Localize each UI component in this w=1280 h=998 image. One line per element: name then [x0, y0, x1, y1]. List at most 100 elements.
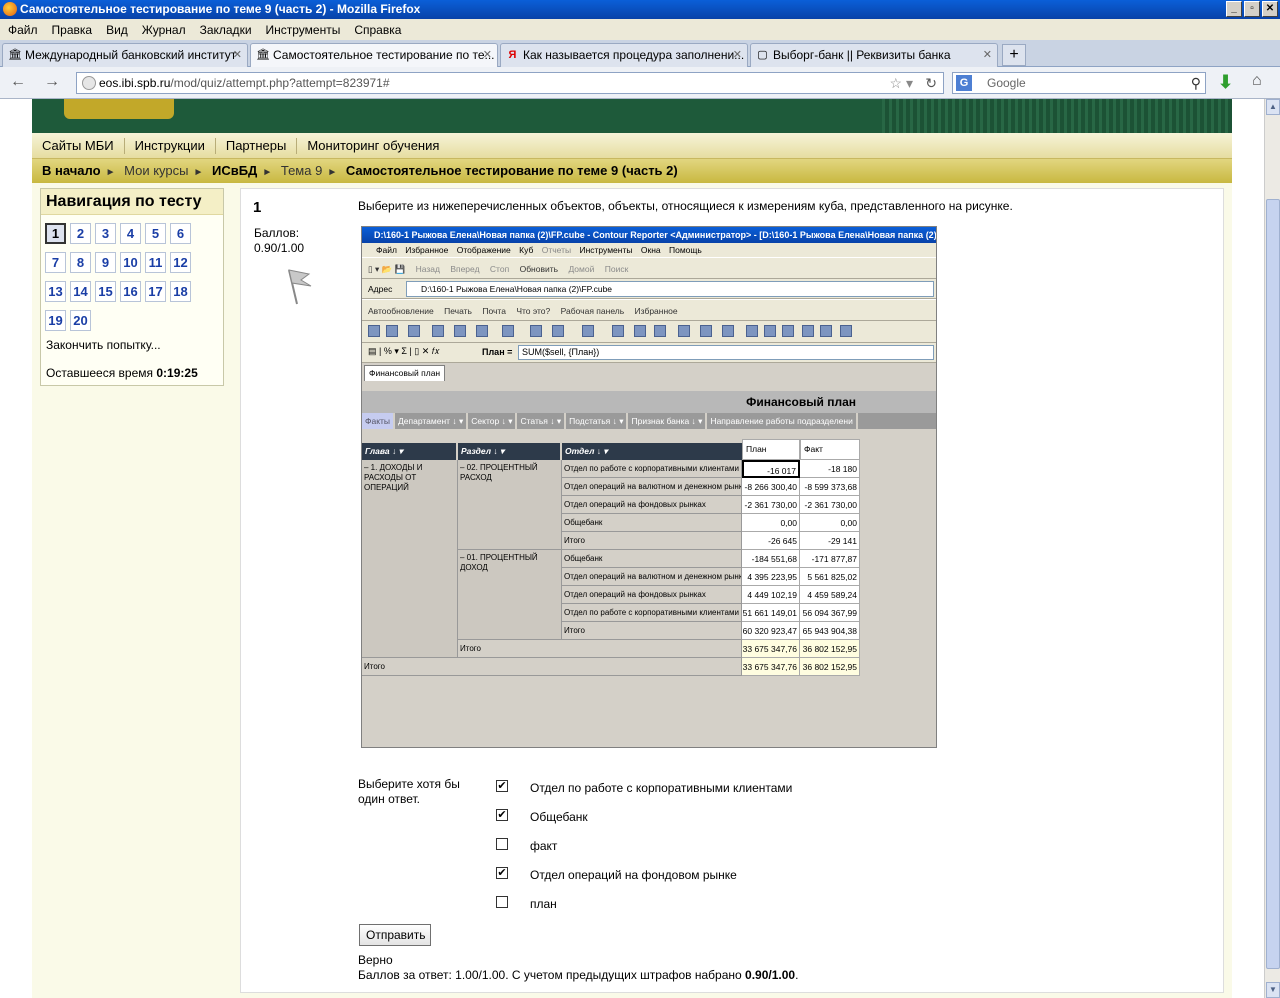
embedded-section-total: Итого — [458, 640, 742, 658]
menu-view[interactable]: Вид — [106, 23, 128, 37]
embedded-total-plan: 33 675 347,76 — [742, 640, 800, 658]
flag-icon[interactable] — [283, 266, 313, 306]
minimize-button[interactable]: _ — [1226, 1, 1242, 17]
tab-yandex[interactable]: Я Как называется процедура заполнени... … — [500, 43, 748, 67]
question-nav-button[interactable]: 9 — [95, 252, 116, 273]
google-icon[interactable]: G — [956, 75, 972, 91]
answer-label[interactable]: Отдел по работе с корпоративными клиента… — [530, 781, 792, 795]
breadcrumb-my-courses[interactable]: Мои курсы — [124, 163, 188, 178]
embedded-address-bar: Адрес D:\160-1 Рыжова Елена\Новая папка … — [362, 279, 936, 299]
question-nav-button[interactable]: 12 — [170, 252, 191, 273]
answer-label[interactable]: Общебанк — [530, 810, 588, 824]
close-icon[interactable]: ✕ — [483, 48, 492, 61]
search-icon[interactable]: ⚲ — [1191, 73, 1201, 93]
breadcrumb-course[interactable]: ИСвБД — [212, 163, 257, 178]
breadcrumb-topic[interactable]: Тема 9 — [281, 163, 322, 178]
embedded-dimension: Подстатья ↓ ▾ — [566, 413, 629, 429]
embedded-menu-item: Файл — [376, 245, 397, 255]
answer-label[interactable]: план — [530, 897, 557, 911]
answer-label[interactable]: факт — [530, 839, 557, 853]
embedded-dimension: Направление работы подразделени — [707, 413, 858, 429]
maximize-button[interactable]: ▫ — [1244, 1, 1260, 17]
close-icon[interactable]: ✕ — [733, 48, 742, 61]
embedded-tool: Вперед — [450, 264, 480, 274]
tab-quiz[interactable]: 🏛 Самостоятельное тестирование по те... … — [250, 43, 498, 67]
scroll-thumb[interactable] — [1266, 199, 1280, 969]
question-nav-button[interactable]: 13 — [45, 281, 66, 302]
new-tab-button[interactable]: + — [1002, 44, 1026, 66]
embedded-menu-item: Избранное — [405, 245, 449, 255]
question-nav-button[interactable]: 8 — [70, 252, 91, 273]
close-icon[interactable]: ✕ — [983, 48, 992, 61]
question-nav-button[interactable]: 14 — [70, 281, 91, 302]
search-placeholder: Google — [987, 76, 1026, 90]
question-nav-button[interactable]: 15 — [95, 281, 116, 302]
answer-label[interactable]: Отдел операций на фондовом рынке — [530, 868, 737, 882]
search-input[interactable]: G Google ⚲ — [952, 72, 1206, 94]
question-nav-button[interactable]: 16 — [120, 281, 141, 302]
embedded-plan-cell: -184 551,68 — [742, 550, 800, 568]
breadcrumb-home[interactable]: В начало — [42, 163, 101, 178]
navigation-bar: ← → eos.ibi.spb.ru/mod/quiz/attempt.php?… — [0, 67, 1280, 99]
question-nav-button[interactable]: 6 — [170, 223, 191, 244]
embedded-plan-cell: -8 266 300,40 — [742, 478, 800, 496]
question-nav-button[interactable]: 17 — [145, 281, 166, 302]
embedded-toolbar: ▯ ▾ 📂 💾 Назад Вперед Стоп Обновить Домой… — [362, 257, 936, 279]
question-nav-button[interactable]: 7 — [45, 252, 66, 273]
firefox-icon — [3, 2, 17, 16]
tab-vyborg-bank[interactable]: ▢ Выборг-банк || Реквизиты банка ✕ — [750, 43, 998, 67]
menu-help[interactable]: Справка — [354, 23, 401, 37]
menu-file[interactable]: Файл — [8, 23, 38, 37]
question-nav-button[interactable]: 10 — [120, 252, 141, 273]
embedded-dimension: Факты — [362, 413, 396, 429]
reload-icon[interactable]: ↻ — [925, 73, 937, 93]
site-logo — [64, 99, 174, 119]
forward-arrow-icon[interactable]: → — [44, 73, 60, 91]
close-icon[interactable]: ✕ — [233, 48, 242, 61]
vertical-scrollbar[interactable]: ▲ ▼ — [1264, 99, 1280, 998]
close-window-button[interactable]: ✕ — [1262, 1, 1278, 17]
question-nav-button[interactable]: 4 — [120, 223, 141, 244]
url-input[interactable]: eos.ibi.spb.ru/mod/quiz/attempt.php?atte… — [76, 72, 944, 94]
question-nav-button[interactable]: 18 — [170, 281, 191, 302]
menu-edit[interactable]: Правка — [52, 23, 93, 37]
site-menu-partners[interactable]: Партнеры — [216, 137, 298, 154]
site-menu-mbi-sites[interactable]: Сайты МБИ — [32, 137, 125, 154]
grade-value: 0.90/1.00 — [254, 241, 305, 255]
question-image: D:\160-1 Рыжова Елена\Новая папка (2)\FP… — [361, 226, 937, 748]
menu-bookmarks[interactable]: Закладки — [200, 23, 252, 37]
menu-tools[interactable]: Инструменты — [266, 23, 341, 37]
question-nav-button[interactable]: 5 — [145, 223, 166, 244]
answer-checkbox[interactable] — [496, 896, 508, 908]
question-nav-button[interactable]: 11 — [145, 252, 166, 273]
scroll-up-icon[interactable]: ▲ — [1266, 99, 1280, 115]
question-nav-button[interactable]: 19 — [45, 310, 66, 331]
embedded-dimension: Признак банка ↓ ▾ — [628, 413, 708, 429]
question-nav-button[interactable]: 3 — [95, 223, 116, 244]
answer-checkbox[interactable]: ✔ — [496, 780, 508, 792]
menu-history[interactable]: Журнал — [142, 23, 186, 37]
question-area: 1 Баллов: 0.90/1.00 Выберите из нижепере… — [240, 188, 1224, 993]
scroll-down-icon[interactable]: ▼ — [1266, 982, 1280, 998]
answer-checkbox[interactable]: ✔ — [496, 809, 508, 821]
site-menu-instructions[interactable]: Инструкции — [125, 137, 216, 154]
bookmark-star-icon[interactable]: ☆ ▾ — [890, 73, 913, 93]
feedback-total: 0.90/1.00 — [745, 968, 796, 982]
embedded-toolbar-2: Автообновление Печать Почта Что это? Раб… — [362, 299, 936, 321]
answer-checkbox[interactable]: ✔ — [496, 867, 508, 879]
question-nav-button[interactable]: 1 — [45, 223, 66, 244]
finish-attempt-link[interactable]: Закончить попытку... — [46, 338, 161, 352]
question-nav-button[interactable]: 20 — [70, 310, 91, 331]
embedded-fact-cell: 56 094 367,99 — [800, 604, 860, 622]
home-icon[interactable]: ⌂ — [1252, 72, 1262, 90]
submit-button[interactable]: Отправить — [359, 924, 431, 946]
embedded-grand-total: Итого — [362, 658, 742, 676]
download-icon[interactable]: ⬇ — [1218, 72, 1233, 93]
embedded-menu-item: Помощь — [669, 245, 702, 255]
back-arrow-icon[interactable]: ← — [10, 73, 26, 91]
tab-ibi[interactable]: 🏛 Международный банковский институт ✕ — [2, 43, 248, 67]
answer-checkbox[interactable] — [496, 838, 508, 850]
embedded-menu-item: Отображение — [456, 245, 511, 255]
site-menu-monitoring[interactable]: Мониторинг обучения — [297, 138, 449, 154]
question-nav-button[interactable]: 2 — [70, 223, 91, 244]
